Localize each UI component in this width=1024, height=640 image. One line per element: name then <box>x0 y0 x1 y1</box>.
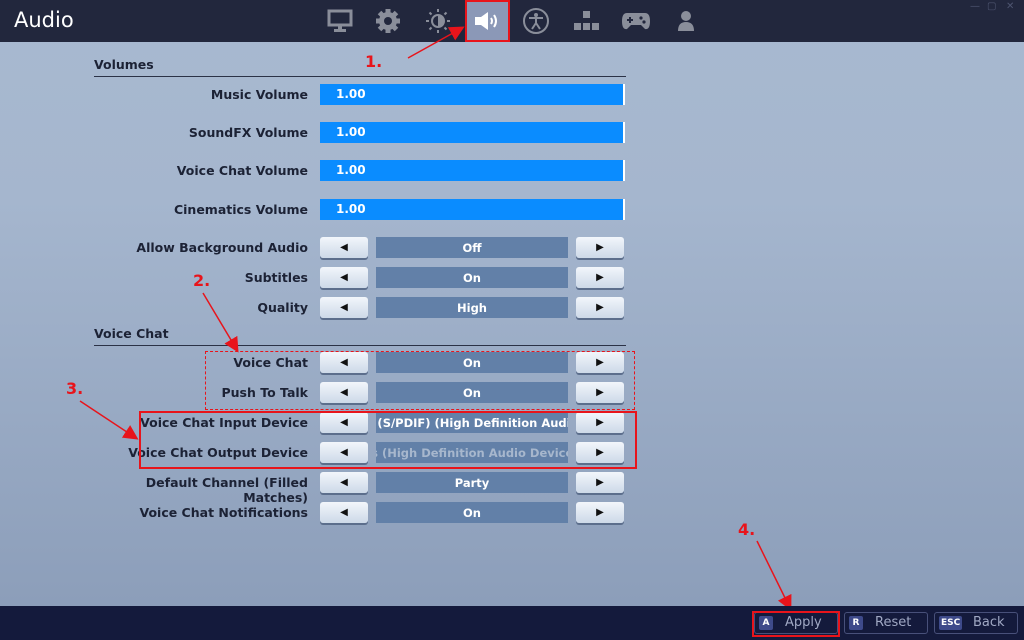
gamepad-icon <box>622 13 650 30</box>
section-title-volumes: Volumes <box>94 57 154 72</box>
arrow-left-icon: ◀ <box>340 507 348 518</box>
row-label: Default Channel (Filled Matches) <box>145 475 308 505</box>
allow-background-audio-prev-button[interactable]: ◀ <box>320 237 368 258</box>
input-keys-icon <box>574 11 599 30</box>
quality-value: High <box>376 297 568 318</box>
row-label: Quality <box>257 300 308 315</box>
default-channel-prev-button[interactable]: ◀ <box>320 472 368 493</box>
annotation-label-1: 1. <box>365 52 383 71</box>
slider-value: 1.00 <box>336 125 366 139</box>
gear-icon <box>376 9 400 33</box>
account-icon <box>678 11 694 31</box>
quality-prev-button[interactable]: ◀ <box>320 297 368 318</box>
allow-background-audio-next-button[interactable]: ▶ <box>576 237 624 258</box>
arrow-right-icon: ▶ <box>596 507 604 518</box>
tab-video[interactable] <box>318 0 362 42</box>
slider-value: 1.00 <box>336 202 366 216</box>
annotation-box-apply <box>752 611 840 637</box>
row-label: Voice Chat Volume <box>176 163 308 178</box>
top-bar: Audio — ▢ ✕ <box>0 0 1024 42</box>
bottom-bar: A Apply R Reset ESC Back <box>0 606 1024 640</box>
arrow-left-icon: ◀ <box>340 272 348 283</box>
voice-chat-notifications-next-button[interactable]: ▶ <box>576 502 624 523</box>
cinematics-volume-slider[interactable]: 1.00 <box>320 199 625 220</box>
row-label: Voice Chat Notifications <box>139 505 308 520</box>
monitor-icon <box>327 9 353 32</box>
arrow-left-icon: ◀ <box>340 242 348 253</box>
row-label: SoundFX Volume <box>188 125 308 140</box>
annotation-label-4: 4. <box>738 520 756 539</box>
arrow-right-icon: ▶ <box>596 302 604 313</box>
section-divider <box>94 345 626 346</box>
annotation-arrow-4 <box>756 540 792 611</box>
button-label: Reset <box>875 615 912 630</box>
minimize-button[interactable]: — <box>970 1 980 12</box>
page-title: Audio <box>14 8 74 32</box>
subtitles-prev-button[interactable]: ◀ <box>320 267 368 288</box>
maximize-button[interactable]: ▢ <box>987 1 996 12</box>
section-title-voice-chat: Voice Chat <box>94 326 169 341</box>
tab-controller[interactable] <box>614 0 658 42</box>
accessibility-icon <box>523 8 549 34</box>
key-hint: R <box>849 616 863 630</box>
annotation-box-tab <box>465 0 510 42</box>
tab-brightness[interactable] <box>416 0 460 42</box>
music-volume-slider[interactable]: 1.00 <box>320 84 625 105</box>
annotation-label-2: 2. <box>193 271 211 290</box>
reset-button[interactable]: R Reset <box>844 612 928 634</box>
close-button[interactable]: ✕ <box>1006 1 1014 12</box>
button-label: Back <box>973 615 1005 630</box>
arrow-left-icon: ◀ <box>340 477 348 488</box>
annotation-label-3: 3. <box>66 379 84 398</box>
slider-value: 1.00 <box>336 87 366 101</box>
arrow-left-icon: ◀ <box>340 302 348 313</box>
key-hint: ESC <box>939 616 963 630</box>
quality-next-button[interactable]: ▶ <box>576 297 624 318</box>
tab-accessibility[interactable] <box>514 0 558 42</box>
annotation-box-devices <box>139 411 637 469</box>
annotation-box-voice-chat <box>205 351 635 410</box>
row-label: Allow Background Audio <box>136 240 308 255</box>
tab-game[interactable] <box>366 0 410 42</box>
slider-value: 1.00 <box>336 163 366 177</box>
tab-account[interactable] <box>664 0 708 42</box>
arrow-right-icon: ▶ <box>596 272 604 283</box>
voice-chat-notifications-prev-button[interactable]: ◀ <box>320 502 368 523</box>
row-label: Cinematics Volume <box>173 202 308 217</box>
back-button[interactable]: ESC Back <box>934 612 1018 634</box>
allow-background-audio-value: Off <box>376 237 568 258</box>
tab-input[interactable] <box>564 0 608 42</box>
default-channel-value: Party <box>376 472 568 493</box>
subtitles-next-button[interactable]: ▶ <box>576 267 624 288</box>
subtitles-value: On <box>376 267 568 288</box>
default-channel-next-button[interactable]: ▶ <box>576 472 624 493</box>
voice-chat-notifications-value: On <box>376 502 568 523</box>
arrow-right-icon: ▶ <box>596 242 604 253</box>
arrow-right-icon: ▶ <box>596 477 604 488</box>
section-divider <box>94 76 626 77</box>
brightness-icon <box>426 9 450 33</box>
row-label: Music Volume <box>210 87 308 102</box>
voice-chat-volume-slider[interactable]: 1.00 <box>320 160 625 181</box>
soundfx-volume-slider[interactable]: 1.00 <box>320 122 625 143</box>
